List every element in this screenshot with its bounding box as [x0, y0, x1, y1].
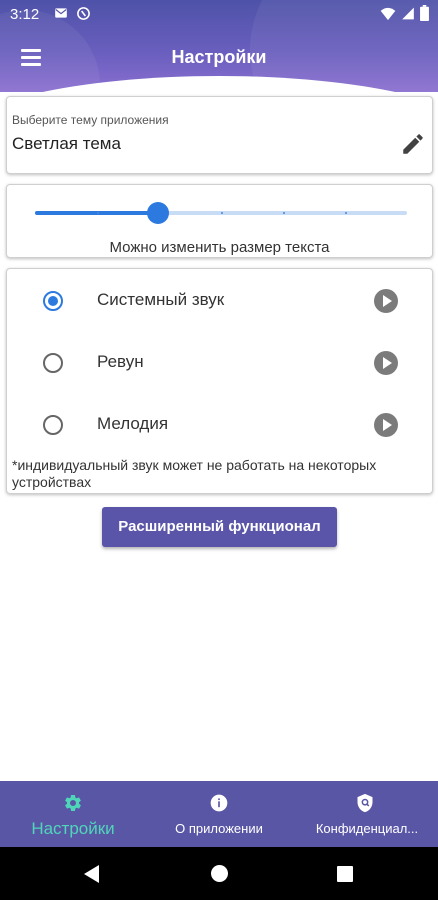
play-icon[interactable]: [374, 413, 398, 437]
privacy-shield-icon: [355, 793, 375, 813]
text-size-slider[interactable]: [35, 202, 407, 224]
theme-value: Светлая тема: [12, 134, 121, 153]
nav-label: О приложении: [175, 821, 263, 836]
slider-tick: [345, 212, 347, 214]
text-size-label: Можно изменить размер текста: [109, 239, 330, 256]
app-bar: Настройки: [0, 28, 438, 84]
gear-icon: [63, 793, 83, 813]
theme-label: Выберите тему приложения: [12, 113, 169, 127]
mail-icon: [54, 6, 68, 23]
radio-button[interactable]: [43, 353, 63, 373]
bottom-navigation: Настройки О приложении Конфиденциал...: [0, 781, 438, 847]
slider-tick: [221, 212, 223, 214]
sound-option-siren[interactable]: Ревун: [7, 342, 432, 384]
sound-option-label: Системный звук: [97, 290, 225, 309]
play-icon[interactable]: [374, 351, 398, 375]
nav-item-privacy[interactable]: Конфиденциал...: [292, 781, 438, 847]
page-title: Настройки: [171, 47, 267, 67]
nav-item-about[interactable]: О приложении: [146, 781, 292, 847]
info-icon: [209, 793, 229, 813]
system-navigation-bar: [0, 847, 438, 900]
nav-label: Конфиденциал...: [315, 821, 419, 836]
home-icon[interactable]: [211, 865, 228, 887]
slider-thumb[interactable]: [147, 202, 169, 224]
wifi-icon: [380, 6, 396, 24]
theme-selector[interactable]: Выберите тему приложения Светлая тема: [6, 96, 433, 174]
slider-tick: [97, 212, 99, 214]
slider-tick: [283, 212, 285, 214]
sound-options-card: Системный звук Ревун Мелодия *индивидуал…: [6, 268, 433, 494]
sound-option-system[interactable]: Системный звук: [7, 280, 432, 322]
signal-icon: [401, 6, 415, 24]
sound-option-label: Мелодия: [97, 414, 169, 433]
battery-icon: [420, 5, 429, 24]
nav-item-settings[interactable]: Настройки: [0, 781, 146, 847]
status-time: 3:12: [10, 6, 40, 23]
edit-icon[interactable]: [400, 131, 426, 157]
back-icon[interactable]: [84, 865, 100, 888]
nav-label: Настройки: [31, 819, 115, 838]
status-bar: 3:12: [0, 0, 438, 28]
sound-option-melody[interactable]: Мелодия: [7, 404, 432, 446]
recents-icon[interactable]: [337, 866, 353, 887]
radio-button[interactable]: [43, 291, 63, 311]
text-size-card: Можно изменить размер текста: [6, 184, 433, 258]
sync-icon: [76, 6, 91, 24]
play-icon[interactable]: [374, 289, 398, 313]
sound-note: *индивидуальный звук может не работать н…: [12, 457, 377, 490]
radio-button[interactable]: [43, 415, 63, 435]
sound-option-label: Ревун: [97, 352, 144, 371]
extended-features-button[interactable]: Расширенный функционал: [102, 507, 337, 547]
